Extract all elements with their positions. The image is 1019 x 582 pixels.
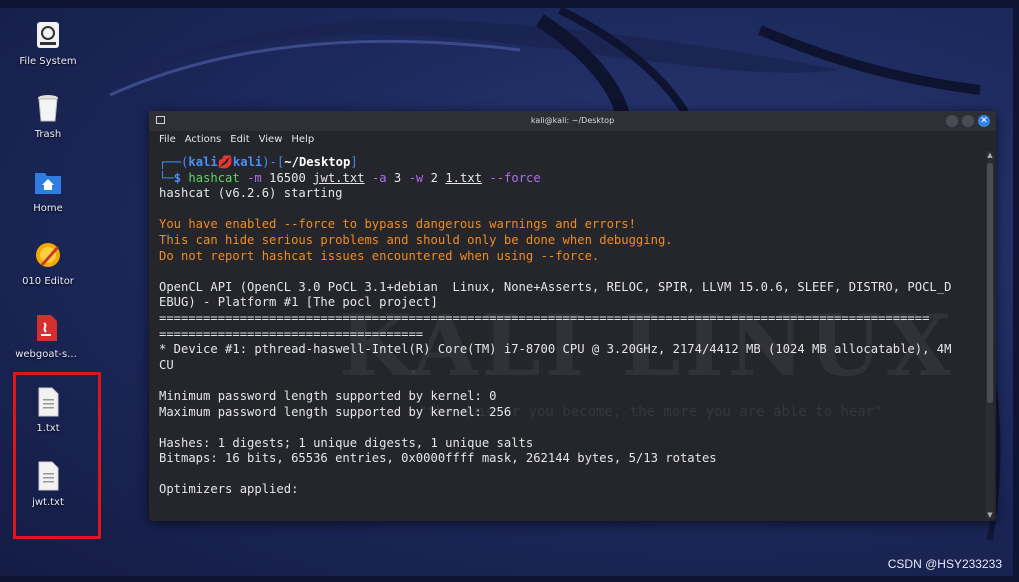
screen-bottom-frame [0, 576, 1019, 582]
desktop-icon-010-editor[interactable]: 010 Editor [8, 240, 88, 287]
output-min-password: Minimum password length supported by ker… [159, 388, 497, 403]
output-opencl: OpenCL API (OpenCL 3.0 PoCL 3.1+debian L… [159, 279, 952, 294]
output-warning: You have enabled --force to bypass dange… [159, 217, 636, 232]
output-device: * Device #1: pthread-haswell-Intel(R) Co… [159, 342, 952, 357]
minimize-button[interactable] [946, 115, 958, 127]
terminal-scrollbar[interactable]: ▲ ▼ [986, 151, 994, 519]
terminal-output[interactable]: ┌──(kali💋kali)-[~/Desktop] └─$ hashcat -… [149, 151, 984, 521]
output-max-password: Maximum password length supported by ker… [159, 404, 512, 419]
drive-icon [33, 20, 63, 50]
menu-view[interactable]: View [259, 134, 283, 145]
java-file-icon [31, 313, 61, 343]
desktop-icon-label: webgoat-s... [15, 349, 77, 360]
screen-top-frame [0, 0, 1019, 8]
010-editor-icon [33, 240, 63, 270]
csdn-watermark: CSDN @HSY233233 [887, 557, 1002, 571]
prompt-line: ┌──(kali💋kali)-[~/Desktop] [159, 155, 358, 169]
close-icon: ✕ [980, 116, 988, 126]
menu-help[interactable]: Help [291, 134, 314, 145]
desktop-icon-file-system[interactable]: File System [8, 20, 88, 67]
terminal-menubar: File Actions Edit View Help [149, 131, 996, 149]
home-folder-icon [33, 167, 63, 197]
desktop-icon-label: File System [19, 56, 77, 67]
text-file-icon [33, 461, 63, 491]
close-button[interactable]: ✕ [978, 115, 990, 127]
output-separator: ========================================… [159, 310, 930, 325]
desktop-icon-label: Home [33, 203, 63, 214]
desktop-icon-label: 010 Editor [22, 276, 74, 287]
output-hashes: Hashes: 1 digests; 1 unique digests, 1 u… [159, 435, 534, 450]
desktop-icon-webgoat[interactable]: webgoat-s... [6, 313, 86, 360]
desktop-icon-trash[interactable]: Trash [8, 93, 88, 140]
trash-icon [33, 93, 63, 123]
maximize-button[interactable] [962, 115, 974, 127]
prompt-symbol-icon: 💋 [217, 155, 233, 169]
output-bitmaps: Bitmaps: 16 bits, 65536 entries, 0x0000f… [159, 451, 717, 466]
output-optimizers: Optimizers applied: [159, 482, 299, 497]
scroll-up-icon[interactable]: ▲ [986, 151, 994, 159]
desktop-icon-1-txt[interactable]: 1.txt [8, 387, 88, 434]
text-file-icon [33, 387, 63, 417]
menu-file[interactable]: File [159, 134, 176, 145]
desktop-icon-home[interactable]: Home [8, 167, 88, 214]
output-starting: hashcat (v6.2.6) starting [159, 186, 343, 201]
scroll-down-icon[interactable]: ▼ [986, 511, 994, 519]
prompt-path: ~/Desktop [284, 155, 351, 169]
screen-right-frame [1013, 0, 1019, 582]
window-title: kali@kali: ~/Desktop [530, 116, 615, 125]
desktop-icon-jwt-txt[interactable]: jwt.txt [8, 461, 88, 508]
desktop-icon-label: 1.txt [36, 423, 60, 434]
desktop-icon-label: Trash [34, 129, 62, 140]
menu-actions[interactable]: Actions [185, 134, 222, 145]
desktop-icon-label: jwt.txt [32, 497, 64, 508]
output-device: CU [159, 357, 174, 372]
output-opencl: EBUG) - Platform #1 [The pocl project] [159, 295, 438, 310]
output-separator: ==================================== [159, 326, 424, 341]
terminal-titlebar[interactable]: kali@kali: ~/Desktop ✕ [149, 111, 996, 131]
command-line: └─$ hashcat -m 16500 jwt.txt -a 3 -w 2 1… [159, 170, 541, 185]
terminal-window[interactable]: kali@kali: ~/Desktop ✕ File Actions Edit Vi… [149, 111, 996, 521]
scroll-thumb[interactable] [987, 163, 993, 403]
output-warning: This can hide serious problems and shoul… [159, 232, 673, 247]
menu-edit[interactable]: Edit [230, 134, 249, 145]
output-warning: Do not report hashcat issues encountered… [159, 248, 600, 263]
